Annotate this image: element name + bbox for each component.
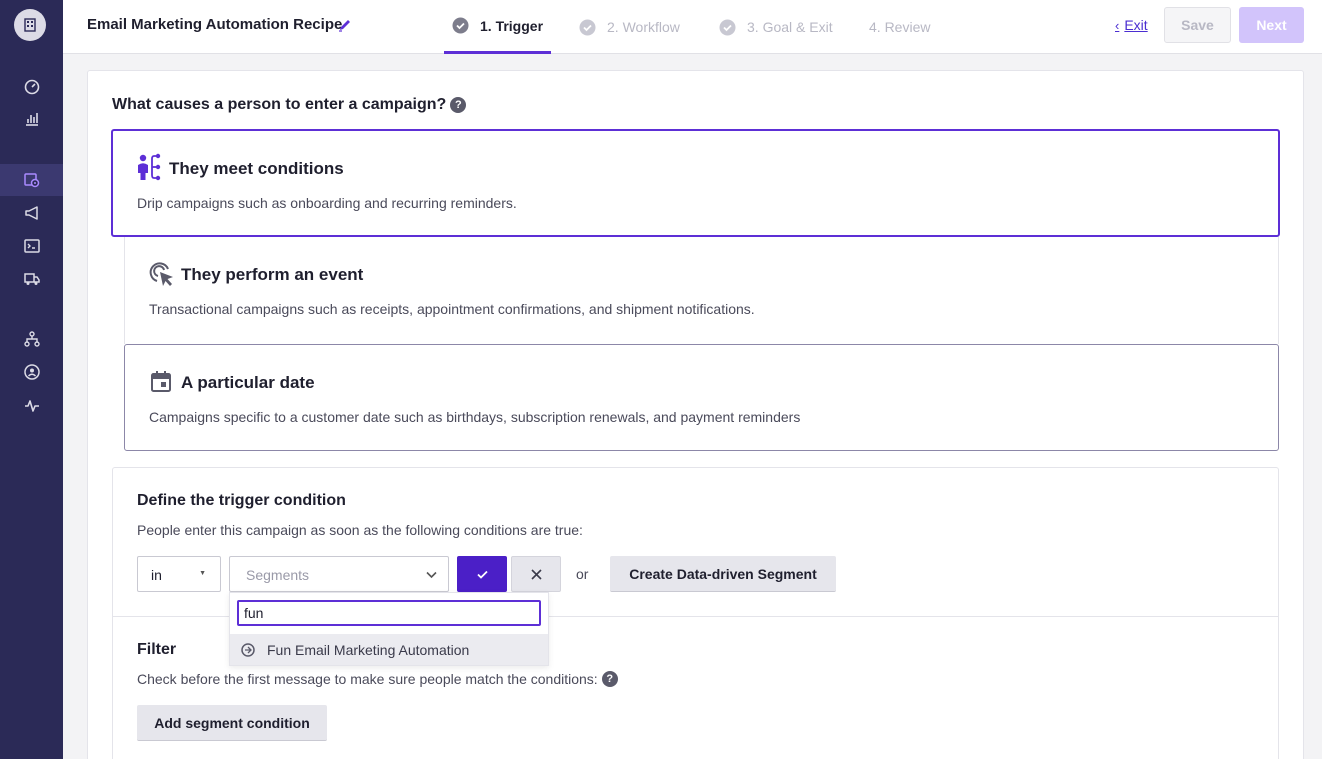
help-icon[interactable]: ?	[450, 97, 467, 113]
operator-select[interactable]: in ▼	[137, 556, 221, 592]
step-review[interactable]: 4. Review	[869, 0, 930, 54]
segments-select[interactable]: Segments	[229, 556, 449, 592]
cancel-button[interactable]	[511, 556, 561, 592]
segments-placeholder: Segments	[246, 567, 310, 583]
broadcast-megaphone-icon[interactable]	[0, 197, 63, 229]
calendar-icon	[151, 371, 171, 392]
check-circle-icon	[719, 19, 736, 35]
exit-label: Exit	[1124, 17, 1148, 33]
delivery-truck-icon[interactable]	[0, 263, 63, 295]
hierarchy-icon[interactable]	[0, 323, 63, 355]
condition-desc-text: People enter this campaign as soon as th…	[137, 522, 583, 538]
option-desc: Drip campaigns such as onboarding and re…	[137, 195, 517, 211]
step-label: 2. Workflow	[607, 19, 680, 35]
option-title: A particular date	[181, 373, 315, 392]
person-branch-icon	[138, 153, 161, 181]
dashboard-gauge-icon[interactable]	[0, 71, 63, 103]
or-text: or	[576, 566, 589, 582]
option-perform-event[interactable]: They perform an event Transactional camp…	[124, 237, 1279, 344]
sidebar	[0, 0, 63, 759]
bar-chart-icon[interactable]	[0, 103, 63, 135]
dropdown-option[interactable]: Fun Email Marketing Automation	[230, 634, 548, 665]
next-button[interactable]: Next	[1239, 7, 1304, 43]
activity-pulse-icon[interactable]	[0, 390, 63, 422]
option-desc: Transactional campaigns such as receipts…	[149, 301, 755, 317]
chevron-left-icon: ‹	[1115, 17, 1120, 33]
option-title: They meet conditions	[169, 159, 344, 178]
check-icon	[476, 570, 488, 579]
filter-desc: Check before the first message to make s…	[137, 671, 618, 687]
exit-link[interactable]: ‹ Exit	[1115, 17, 1148, 33]
step-label: 4. Review	[869, 19, 931, 35]
trigger-question: What causes a person to enter a campaign…	[112, 96, 467, 114]
save-button[interactable]: Save	[1164, 7, 1231, 43]
option-meet-conditions[interactable]: They meet conditions Drip campaigns such…	[111, 129, 1280, 237]
caret-down-icon: ▼	[199, 570, 206, 577]
help-icon[interactable]: ?	[601, 671, 618, 687]
step-label: 3. Goal & Exit	[747, 19, 833, 35]
segment-icon	[241, 642, 255, 657]
step-goal-exit[interactable]: 3. Goal & Exit	[719, 0, 833, 54]
option-particular-date[interactable]: A particular date Campaigns specific to …	[124, 344, 1279, 451]
step-trigger[interactable]: 1. Trigger	[444, 0, 552, 54]
add-segment-condition-button[interactable]: Add segment condition	[137, 705, 327, 741]
operator-value: in	[151, 567, 162, 583]
check-circle-icon	[452, 17, 469, 34]
check-circle-icon	[579, 19, 596, 35]
option-desc: Campaigns specific to a customer date su…	[149, 409, 801, 425]
chevron-down-icon	[426, 571, 437, 579]
terminal-icon[interactable]	[0, 230, 63, 262]
recipe-title: Email Marketing Automation Recipe	[87, 16, 343, 33]
close-icon	[530, 568, 542, 580]
condition-title: Define the trigger condition	[137, 492, 346, 509]
campaigns-icon[interactable]	[0, 164, 63, 196]
edit-pencil-icon[interactable]	[337, 17, 353, 33]
option-title: They perform an event	[181, 265, 364, 284]
top-header: Email Marketing Automation Recipe 1. Tri…	[63, 0, 1322, 54]
condition-desc: People enter this campaign as soon as th…	[137, 522, 583, 538]
dropdown-option-label: Fun Email Marketing Automation	[267, 641, 470, 658]
cursor-click-icon	[149, 262, 173, 286]
building-icon[interactable]	[14, 9, 46, 41]
step-label: 1. Trigger	[480, 17, 544, 34]
create-data-driven-segment-button[interactable]: Create Data-driven Segment	[610, 556, 836, 592]
confirm-button[interactable]	[457, 556, 507, 592]
step-workflow[interactable]: 2. Workflow	[579, 0, 680, 54]
segment-search-input[interactable]	[237, 600, 541, 626]
question-text: What causes a person to enter a campaign…	[112, 96, 447, 113]
people-circle-icon[interactable]	[0, 356, 63, 388]
filter-title: Filter	[137, 641, 177, 658]
filter-desc-text: Check before the first message to make s…	[137, 671, 598, 687]
